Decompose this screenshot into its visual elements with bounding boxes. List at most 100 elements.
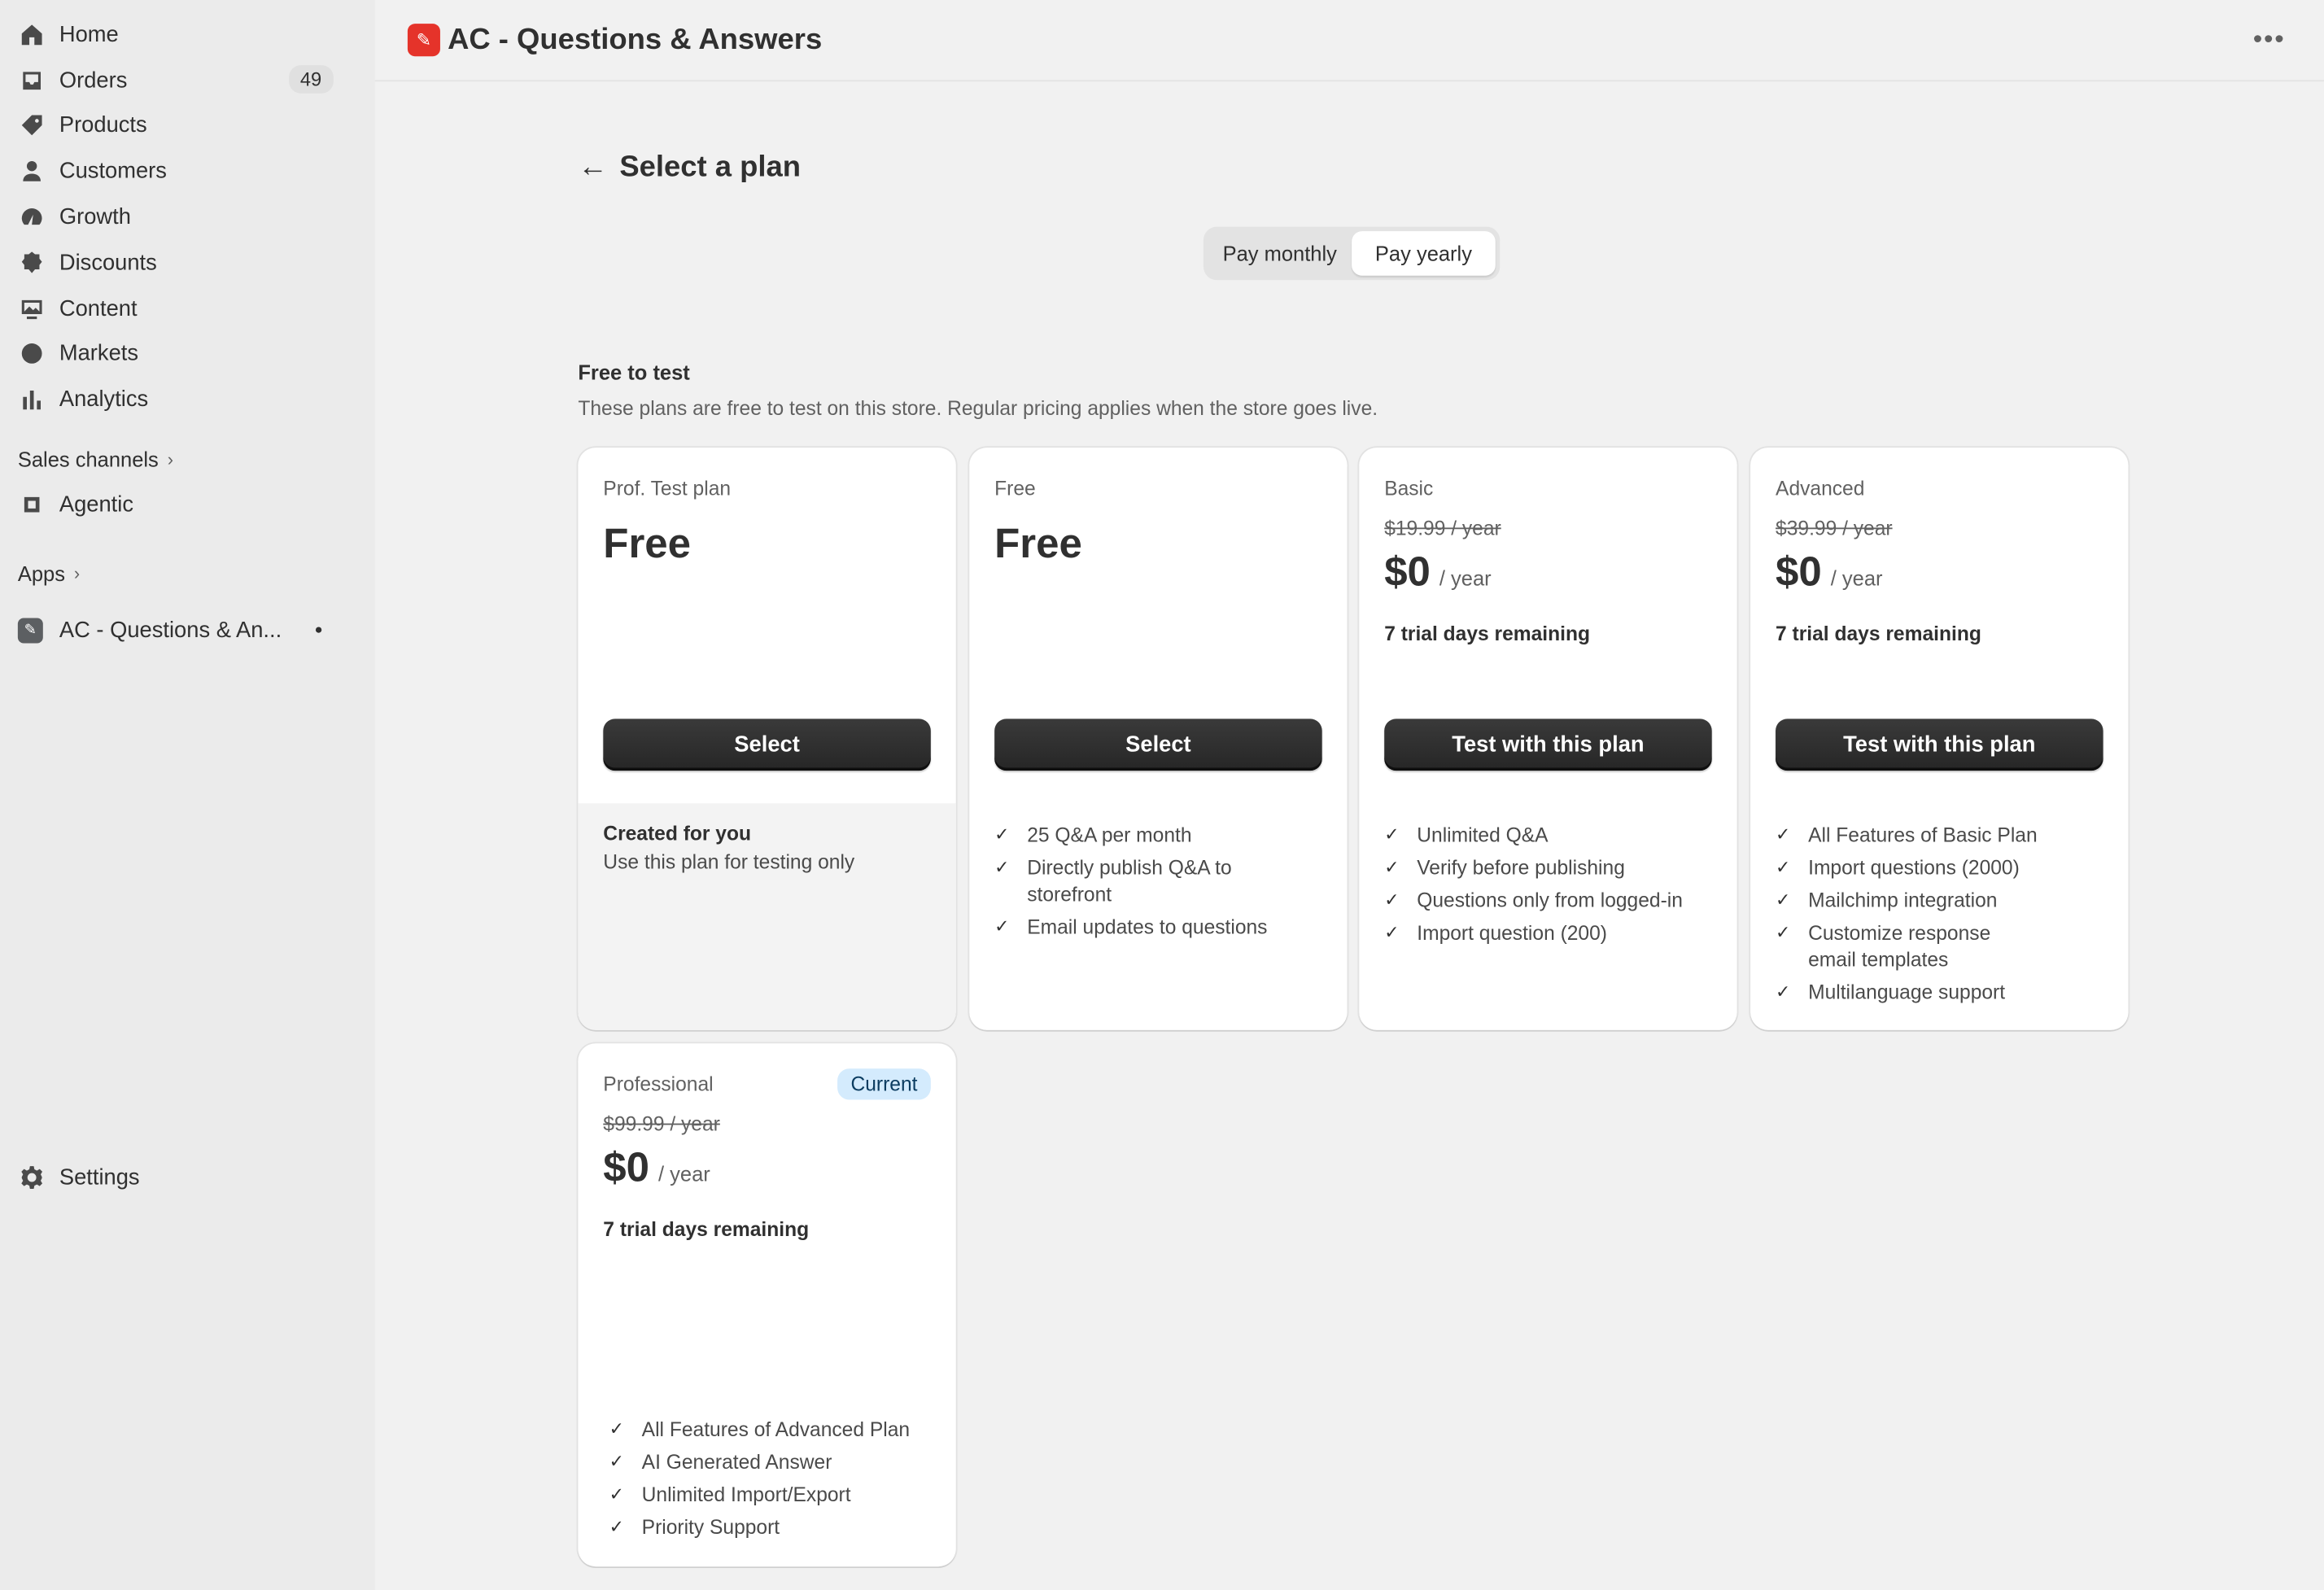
check-icon: ✓ [1384, 823, 1400, 845]
plan-card-header: Prof. Test plan Free [578, 448, 955, 568]
original-price: $99.99 / year [603, 1112, 720, 1136]
plan-price: $0 / year [603, 1144, 931, 1191]
sidebar-item-label: Customers [59, 159, 167, 185]
home-icon [18, 21, 45, 48]
sidebar-item-markets[interactable]: Markets [0, 331, 375, 377]
list-item: ✓ Email updates to questions [994, 914, 1332, 940]
current-badge: Current [837, 1068, 931, 1100]
check-icon: ✓ [994, 915, 1010, 937]
chevron-right-icon: › [167, 449, 174, 470]
check-icon: ✓ [994, 856, 1010, 878]
price-amount: $0 [1384, 548, 1431, 595]
trial-days: 7 trial days remaining [1776, 622, 1981, 645]
sidebar-item-label: Markets [59, 341, 139, 367]
list-item: ✓ Import questions (2000) [1776, 855, 2113, 881]
pay-monthly-option[interactable]: Pay monthly [1208, 231, 1352, 276]
price-period: / year [1439, 566, 1492, 590]
sales-channels-header[interactable]: Sales channels › [0, 438, 375, 483]
plan-card-prof-test: Prof. Test plan Free Select Created for … [578, 448, 956, 1030]
feature-text: Import questions (2000) [1808, 856, 2020, 880]
feature-list: ✓ Unlimited Q&A ✓ Verify before publishing… [1384, 823, 1722, 953]
list-item: ✓ Unlimited Import/Export [609, 1482, 941, 1508]
plan-card-professional: Professional Current $99.99 / year $0 / … [578, 1043, 956, 1567]
apps-header[interactable]: Apps › [0, 552, 375, 596]
price-period: / year [657, 1161, 710, 1186]
feature-text: Questions only from logged-in [1417, 889, 1683, 912]
created-title: Created for you [603, 822, 752, 845]
select-button[interactable]: Select [994, 719, 1322, 771]
feature-text: AI Generated Answer [641, 1451, 832, 1474]
list-item: ✓ Questions only from logged-in [1384, 888, 1722, 914]
price-amount: $0 [603, 1144, 650, 1190]
sidebar-item-customers[interactable]: Customers [0, 149, 375, 194]
check-icon: ✓ [1776, 980, 1791, 1002]
price-amount: $0 [1776, 548, 1822, 595]
feature-list: ✓ All Features of Basic Plan ✓ Import ques… [1776, 823, 2113, 1011]
feature-text: Unlimited Import/Export [641, 1483, 851, 1506]
plan-card-free: Free Free Select ✓ 25 Q&A per month ✓ Dire… [969, 448, 1348, 1030]
feature-text: All Features of Basic Plan [1808, 823, 2038, 847]
list-item: ✓ All Features of Advanced Plan [609, 1417, 941, 1443]
plan-card-header: Advanced $39.99 / year $0 / year 7 trial… [1750, 448, 2128, 644]
app-root: Home Orders 49 Products Customers Growth… [0, 0, 2324, 1590]
sidebar-item-products[interactable]: Products [0, 103, 375, 149]
sidebar-item-content[interactable]: Content [0, 286, 375, 331]
feature-text: Mailchimp integration [1808, 889, 1998, 912]
list-item: ✓ AI Generated Answer [609, 1449, 941, 1475]
sidebar-item-growth[interactable]: Growth [0, 194, 375, 240]
app-title-bar: ✎ AC - Questions & Answers ••• [374, 0, 2324, 82]
sidebar-item-agentic[interactable]: Agentic [0, 482, 375, 527]
sidebar-item-label: Growth [59, 204, 131, 230]
main-content: ← Select a plan Pay monthly Pay yearly F… [578, 119, 2129, 1567]
plan-card-basic: Basic $19.99 / year $0 / year 7 trial da… [1359, 448, 1737, 1030]
check-icon: ✓ [1384, 889, 1400, 911]
select-button[interactable]: Select [603, 719, 931, 771]
more-options-icon[interactable]: ••• [2253, 24, 2286, 55]
sidebar-item-label: Discounts [59, 250, 157, 276]
gauge-icon [18, 204, 45, 231]
page-title: Select a plan [619, 150, 802, 183]
price-period: / year [1830, 566, 1883, 590]
sidebar-item-label: Orders [59, 68, 128, 94]
check-icon: ✓ [994, 823, 1010, 845]
inbox-icon [18, 67, 45, 94]
discount-icon [18, 250, 45, 277]
list-item: ✓ Multilanguage support [1776, 979, 2113, 1005]
feature-list: ✓ All Features of Advanced Plan ✓ AI Gener… [609, 1417, 941, 1547]
feature-text: Customize response email templates [1808, 921, 1991, 971]
sidebar-item-home[interactable]: Home [0, 12, 375, 58]
sidebar-item-orders[interactable]: Orders 49 [0, 58, 375, 103]
list-item: ✓ All Features of Basic Plan [1776, 823, 2113, 849]
plan-price: Free [994, 520, 1082, 566]
sidebar-item-app-qa[interactable]: ✎ AC - Questions & An... [0, 608, 375, 653]
plan-name: Free [994, 477, 1036, 500]
sidebar-item-label: Content [59, 295, 138, 321]
created-for-you-box: Created for you Use this plan for testin… [578, 803, 956, 1030]
check-icon: ✓ [1384, 856, 1400, 878]
check-icon: ✓ [1776, 823, 1791, 845]
pay-yearly-option[interactable]: Pay yearly [1352, 231, 1496, 276]
list-item: ✓ Priority Support [609, 1514, 941, 1540]
list-item: ✓ Unlimited Q&A [1384, 823, 1722, 849]
sidebar-item-label: AC - Questions & An... [59, 618, 282, 644]
plan-card-header: Professional Current $99.99 / year $0 / … [578, 1043, 955, 1241]
check-icon: ✓ [609, 1483, 624, 1505]
plan-card-header: Basic $19.99 / year $0 / year 7 trial da… [1359, 448, 1736, 644]
app-icon: ✎ [17, 618, 43, 644]
sidebar-item-discounts[interactable]: Discounts [0, 240, 375, 286]
test-plan-button[interactable]: Test with this plan [1776, 719, 2103, 771]
sidebar-item-label: Analytics [59, 387, 149, 413]
back-arrow-icon[interactable]: ← [578, 151, 607, 185]
sidebar-item-settings[interactable]: Settings [0, 1155, 375, 1200]
billing-period-toggle: Pay monthly Pay yearly [1203, 226, 1501, 281]
globe-icon [18, 341, 45, 368]
tag-icon [18, 112, 45, 139]
sidebar-item-analytics[interactable]: Analytics [0, 377, 375, 422]
image-icon [18, 295, 45, 322]
feature-text: Import question (200) [1417, 921, 1607, 945]
feature-text: All Features of Advanced Plan [641, 1418, 911, 1441]
plan-price: Free [603, 520, 692, 566]
sales-channels-label: Sales channels [17, 448, 159, 472]
check-icon: ✓ [609, 1451, 624, 1472]
test-plan-button[interactable]: Test with this plan [1384, 719, 1712, 771]
